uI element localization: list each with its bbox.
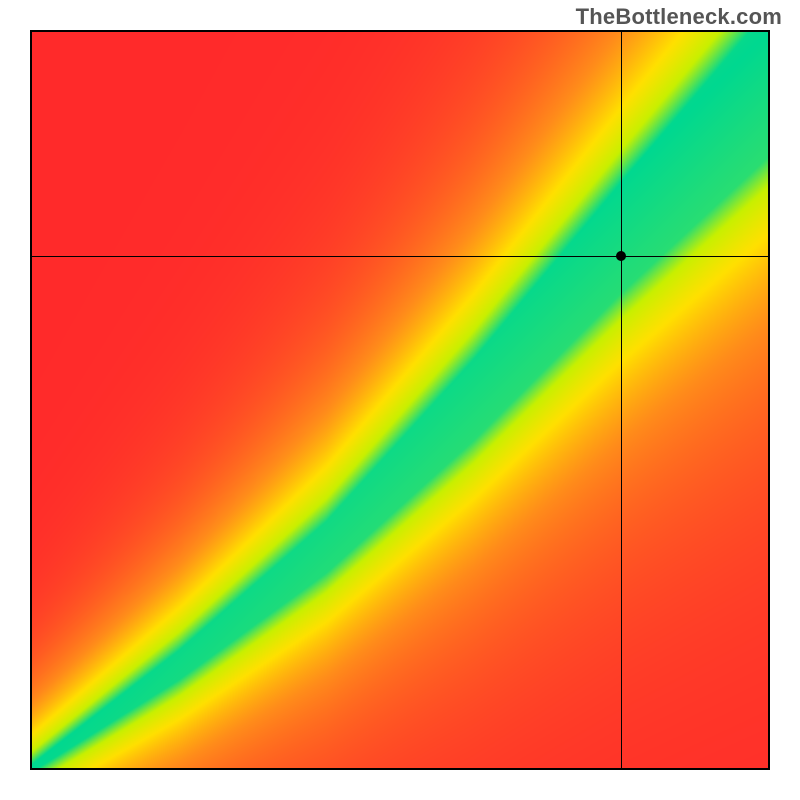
heatmap-plot — [30, 30, 770, 770]
crosshair-horizontal — [32, 256, 768, 257]
heatmap-canvas — [32, 32, 768, 768]
marker-dot — [616, 251, 626, 261]
watermark-text: TheBottleneck.com — [576, 4, 782, 30]
crosshair-vertical — [621, 32, 622, 768]
